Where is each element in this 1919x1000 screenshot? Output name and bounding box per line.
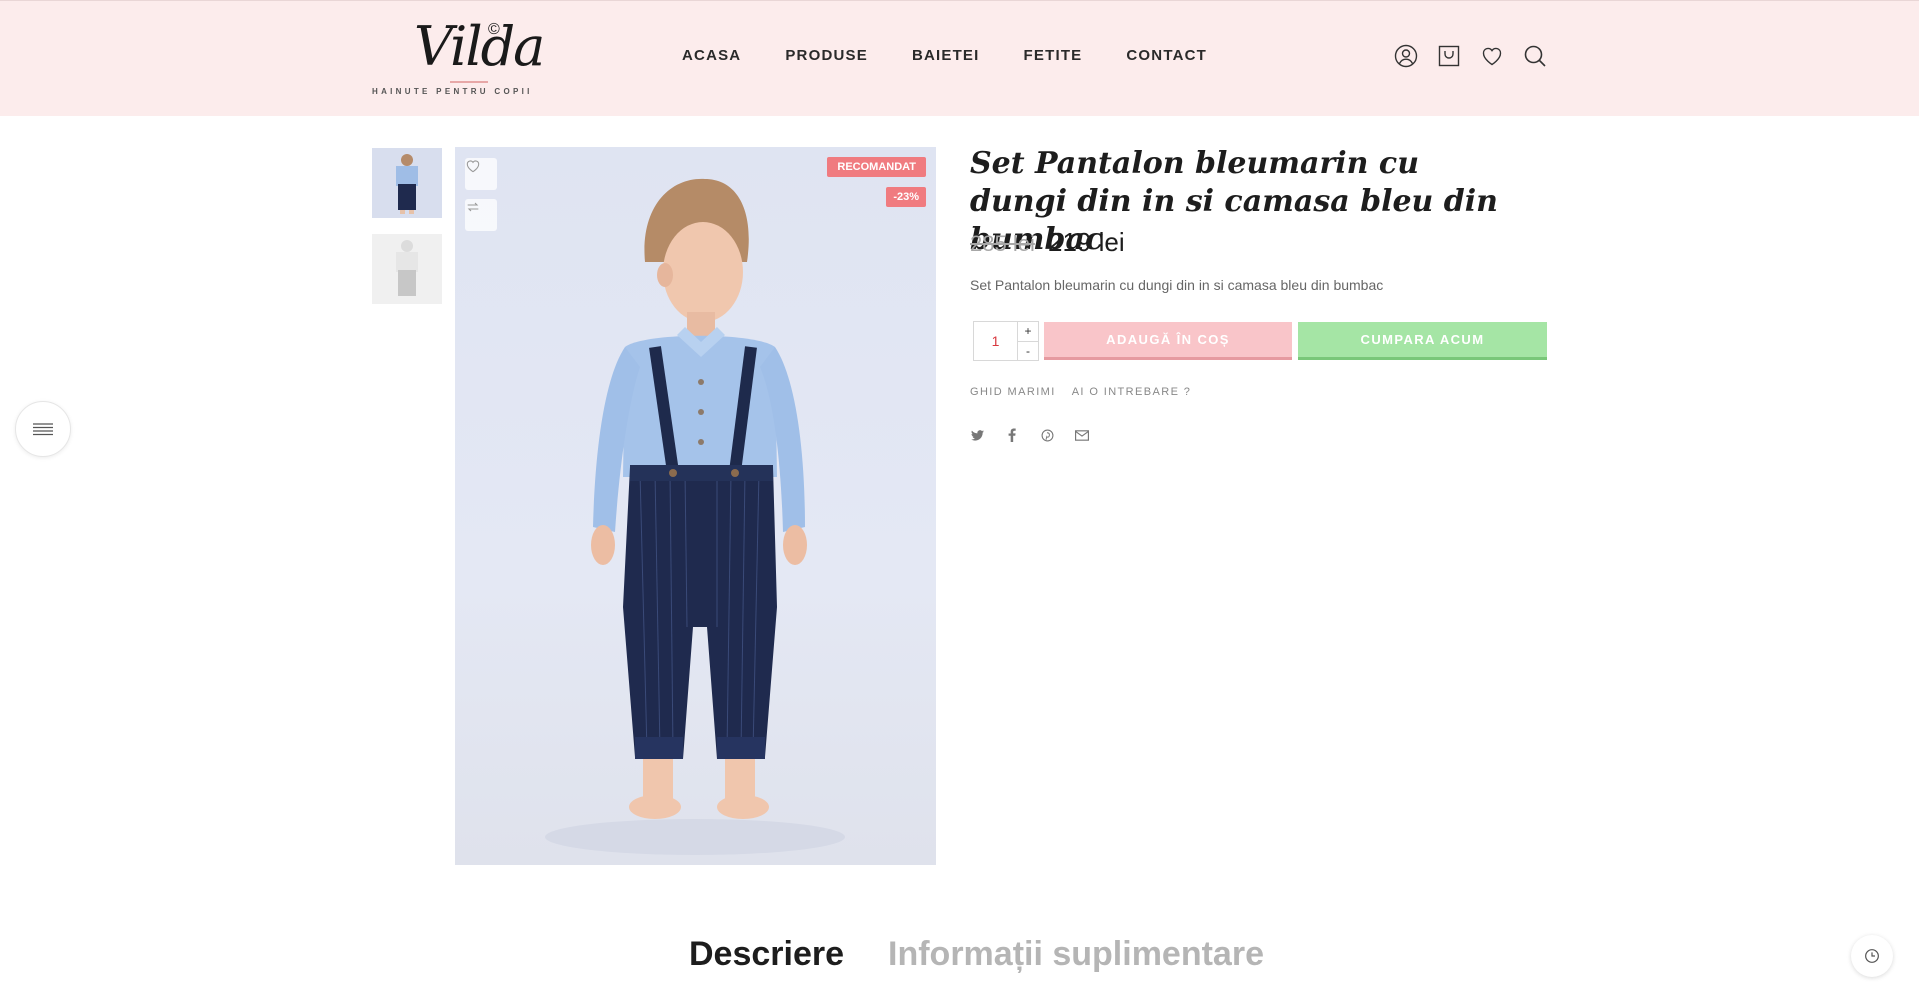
list-icon	[33, 423, 53, 436]
price-new: 219 lei	[1048, 227, 1125, 257]
logo-tagline: HAINUTE PENTRU COPII	[372, 87, 533, 96]
search-icon[interactable]	[1523, 44, 1547, 68]
header-icons	[1394, 44, 1547, 68]
product-tabs: Descriere Informații suplimentare	[689, 935, 1264, 974]
product-thumbnail-1[interactable]	[372, 148, 442, 218]
tab-additional-info[interactable]: Informații suplimentare	[888, 935, 1264, 974]
nav-item-baietei[interactable]: BAIETEI	[912, 47, 980, 64]
compare-icon	[467, 202, 479, 212]
pinterest-icon[interactable]	[1040, 428, 1054, 442]
buy-now-button[interactable]: CUMPARA ACUM	[1298, 322, 1547, 360]
logo-copyright: ©	[488, 21, 500, 38]
compare-button[interactable]	[465, 199, 497, 231]
tab-description[interactable]: Descriere	[689, 935, 844, 974]
discount-badge: -23%	[886, 187, 926, 207]
product-main-image[interactable]: RECOMANDAT -23%	[455, 147, 936, 865]
quantity-stepper: 1 + -	[973, 321, 1039, 361]
add-to-wishlist-button[interactable]	[465, 158, 497, 190]
share-bar	[970, 428, 1089, 442]
logo[interactable]: Vilda © HAINUTE PENTRU COPII	[372, 15, 545, 101]
main-nav: ACASA PRODUSE BAIETEI FETITE CONTACT	[682, 47, 1207, 64]
product-short-description: Set Pantalon bleumarin cu dungi din in s…	[970, 277, 1384, 293]
history-icon	[1865, 949, 1879, 963]
facebook-icon[interactable]	[1005, 428, 1019, 442]
twitter-icon[interactable]	[970, 428, 984, 442]
quantity-input[interactable]: 1	[974, 322, 1018, 360]
recently-viewed-button[interactable]	[1851, 935, 1893, 977]
site-header: Vilda © HAINUTE PENTRU COPII ACASA PRODU…	[0, 0, 1919, 116]
logo-wordmark: Vilda	[414, 15, 545, 78]
quantity-plus-button[interactable]: +	[1018, 322, 1038, 342]
email-icon[interactable]	[1075, 428, 1089, 442]
quantity-minus-button[interactable]: -	[1018, 342, 1038, 361]
nav-item-acasa[interactable]: ACASA	[682, 47, 741, 64]
nav-item-produse[interactable]: PRODUSE	[785, 47, 868, 64]
heart-icon[interactable]	[1480, 44, 1504, 68]
product-photo	[545, 178, 845, 855]
heart-icon	[466, 160, 480, 173]
nav-item-fetite[interactable]: FETITE	[1024, 47, 1083, 64]
recommended-badge: RECOMANDAT	[827, 157, 926, 177]
side-menu-button[interactable]	[15, 401, 71, 457]
cart-icon[interactable]	[1437, 44, 1461, 68]
logo-underline	[450, 81, 488, 83]
user-icon[interactable]	[1394, 44, 1418, 68]
size-guide-link[interactable]: GHID MARIMI	[970, 386, 1056, 398]
product-links: GHID MARIMI AI O INTREBARE ?	[970, 386, 1191, 398]
ask-question-link[interactable]: AI O INTREBARE ?	[1072, 386, 1192, 398]
add-to-cart-button[interactable]: ADAUGĂ ÎN COȘ	[1044, 322, 1292, 360]
price-old: 285 lei	[970, 231, 1035, 256]
nav-item-contact[interactable]: CONTACT	[1126, 47, 1207, 64]
product-thumbnail-2[interactable]	[372, 234, 442, 304]
